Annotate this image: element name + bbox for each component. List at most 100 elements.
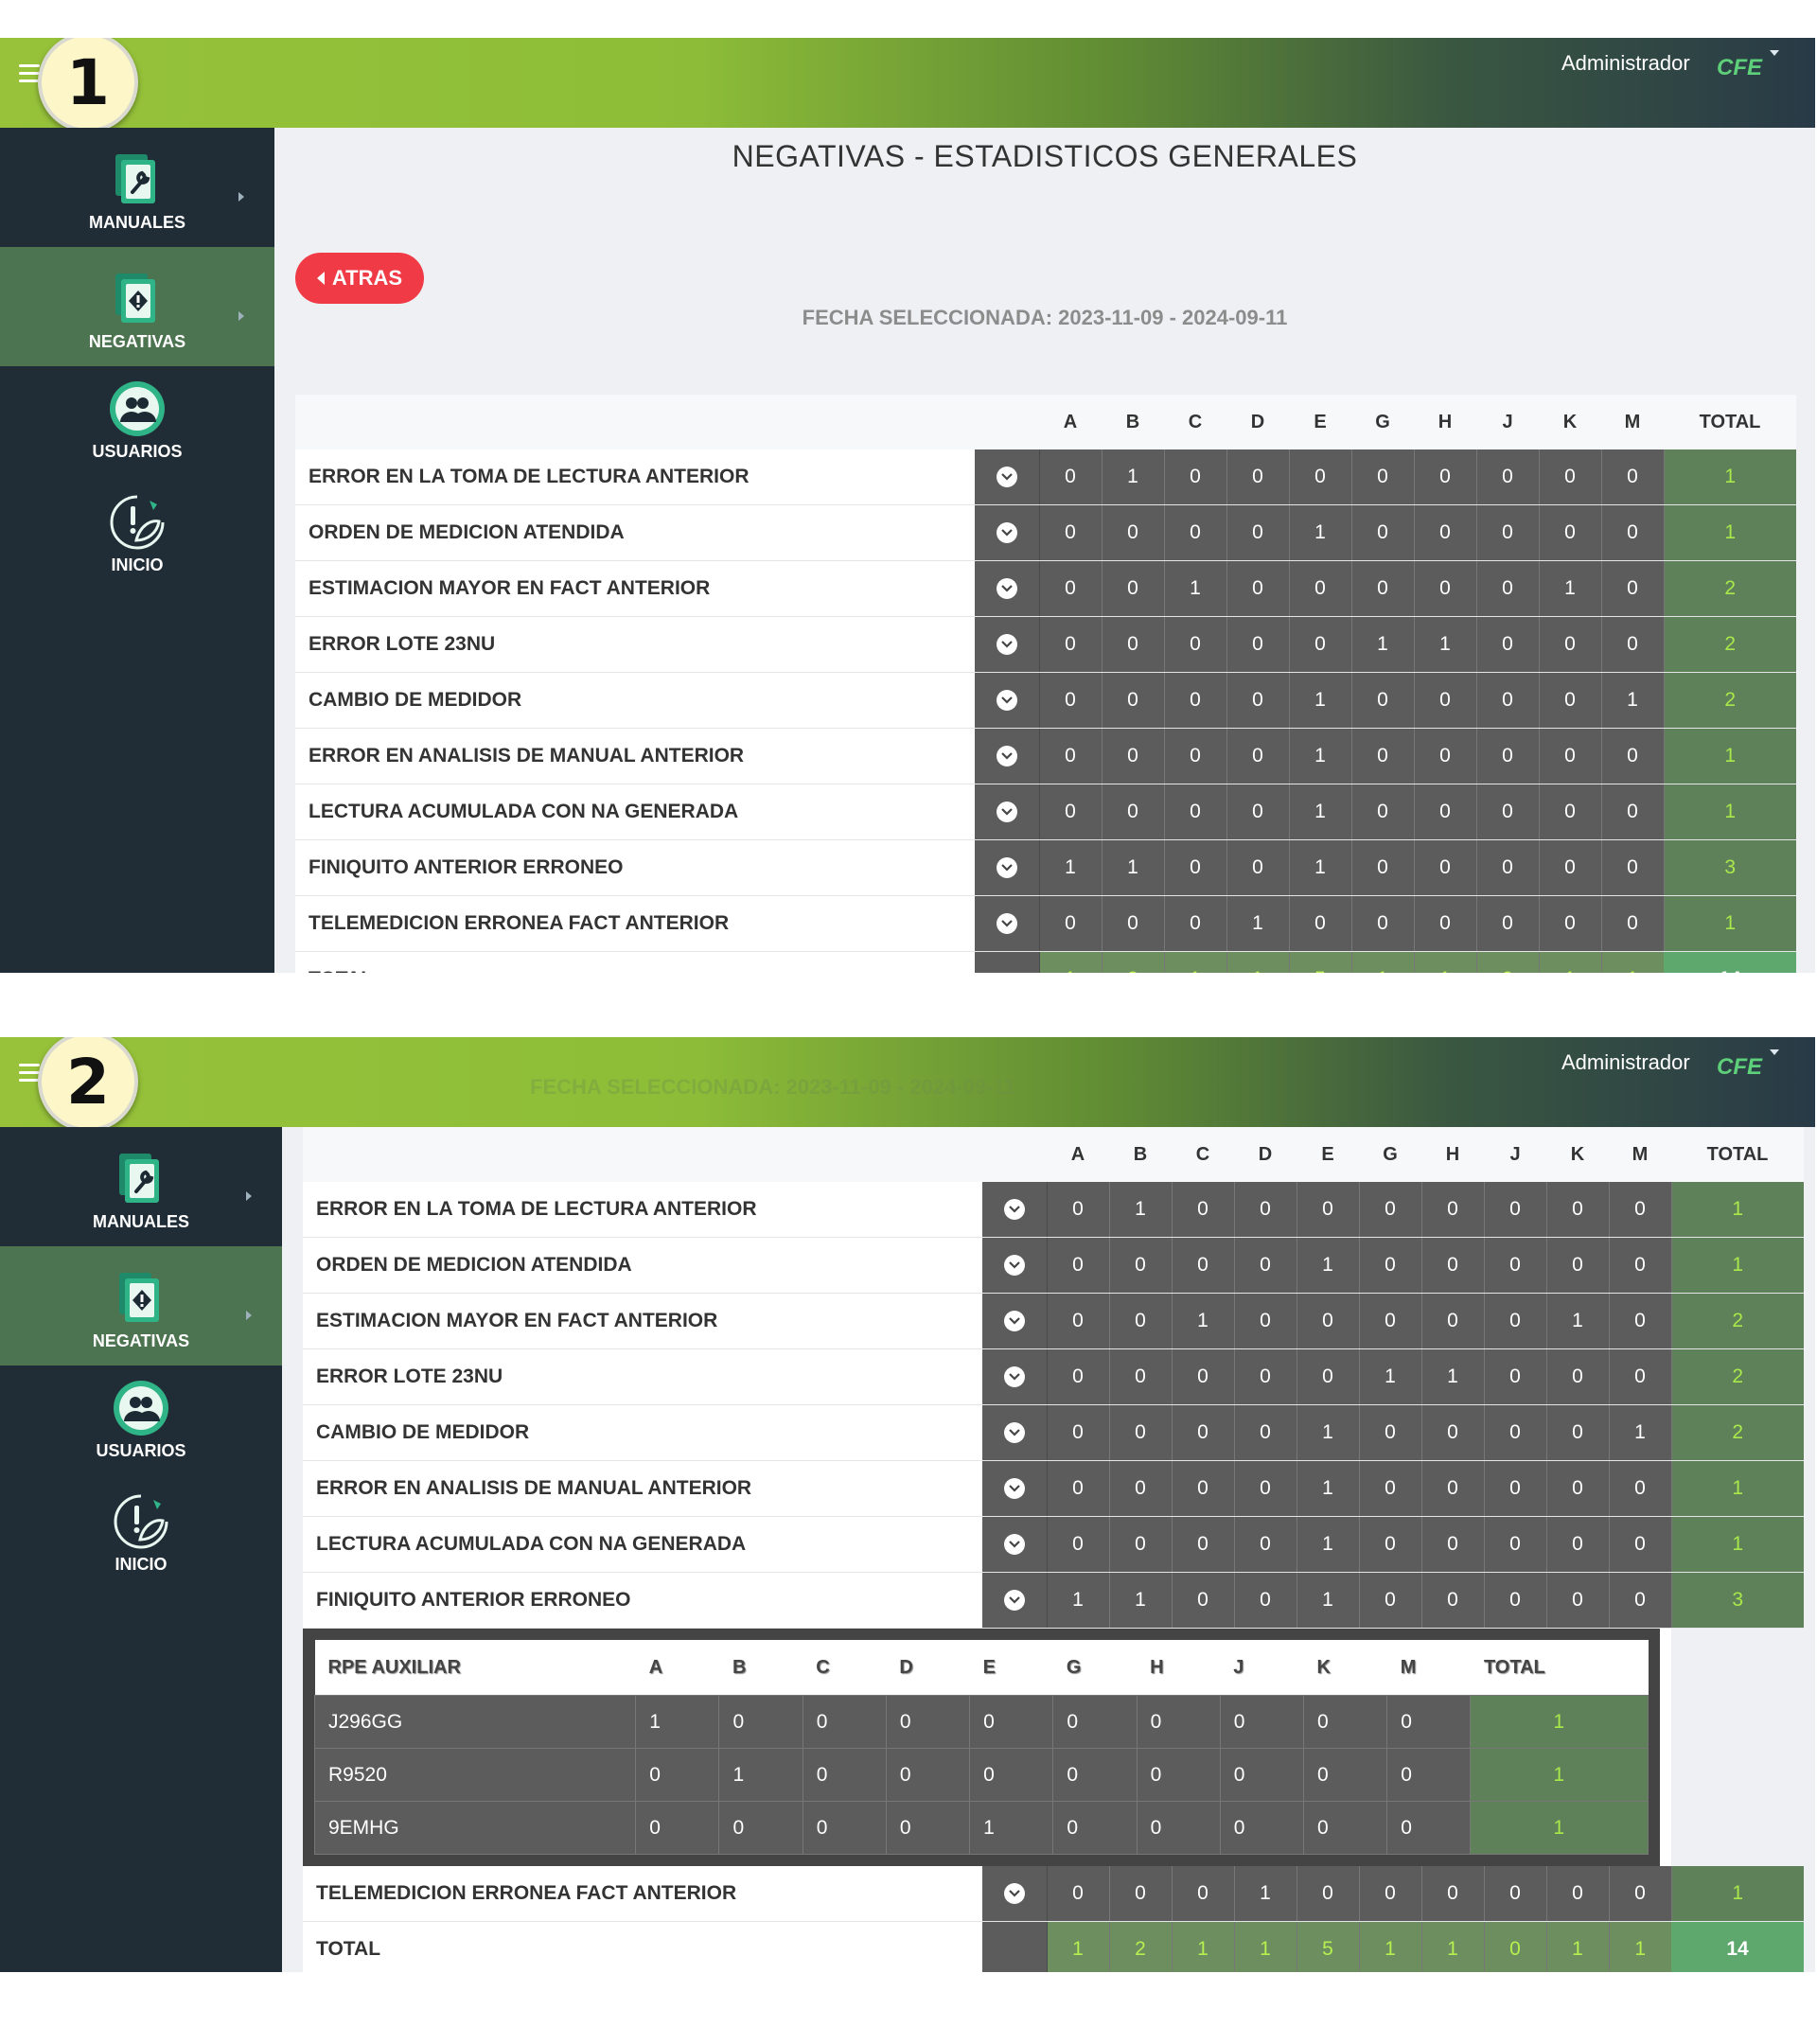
detail-value-cell: 0 <box>718 1695 803 1749</box>
back-button[interactable]: ATRAS <box>295 253 424 304</box>
expand-cell[interactable] <box>975 449 1040 505</box>
chevron-down-icon[interactable] <box>1003 1366 1025 1388</box>
user-menu[interactable]: Administrador <box>1561 51 1690 76</box>
table-row: ESTIMACION MAYOR EN FACT ANTERIOR 0 0 1 0 0 0 0… <box>303 1293 1804 1349</box>
expand-cell[interactable] <box>982 1516 1048 1573</box>
detail-data-row: J296GG 1 0 0 0 0 0 0 0 0 0 1 <box>313 1695 1649 1749</box>
expand-cell[interactable] <box>975 504 1040 561</box>
detail-data-row: 9EMHG 0 0 0 0 1 0 0 0 0 0 1 <box>313 1801 1649 1855</box>
detail-value-cell: 0 <box>802 1748 887 1802</box>
expand-cell[interactable] <box>982 1460 1048 1517</box>
chevron-down-icon[interactable] <box>1003 1883 1025 1905</box>
row-total-cell: 1 <box>1663 728 1796 784</box>
detail-value-cell: 0 <box>635 1748 720 1802</box>
chevron-down-icon[interactable] <box>996 746 1017 767</box>
expand-cell[interactable] <box>982 1293 1048 1349</box>
stats-table: A B C D E G H J K M TOTAL ERROR EN LA TOMA DE LECTU… <box>295 395 1796 973</box>
expand-cell[interactable] <box>975 839 1040 896</box>
chevron-down-icon[interactable] <box>996 634 1017 656</box>
expand-cell[interactable] <box>975 895 1040 952</box>
chevron-down-icon[interactable] <box>996 802 1017 823</box>
sidebar-item-inicio[interactable]: INICIO <box>0 1479 282 1593</box>
table-row: CAMBIO DE MEDIDOR 0 0 0 0 1 0 0 0 0 1 2 <box>303 1404 1804 1461</box>
sidebar-item-label: NEGATIVAS <box>92 1331 190 1350</box>
chevron-down-icon[interactable] <box>996 467 1017 488</box>
expand-cell[interactable] <box>975 560 1040 617</box>
sidebar-item-negativas[interactable]: NEGATIVAS <box>0 247 274 366</box>
value-cell: 1 <box>1545 1293 1609 1349</box>
value-cell: 0 <box>1545 1404 1609 1461</box>
chevron-down-icon[interactable] <box>1003 1199 1025 1221</box>
row-total-cell: 1 <box>1670 1460 1804 1517</box>
sidebar-item-usuarios[interactable]: USUARIOS <box>0 366 274 480</box>
value-cell: 0 <box>1350 839 1414 896</box>
value-cell: 0 <box>1608 1572 1671 1629</box>
user-menu[interactable]: Administrador <box>1561 1050 1690 1075</box>
sidebar-item-manuales[interactable]: MANUALES <box>0 128 274 247</box>
total-blank-cell <box>975 951 1040 973</box>
expand-cell[interactable] <box>975 672 1040 729</box>
table-row: ERROR EN LA TOMA DE LECTURA ANTERIOR 0 1 0 0… <box>303 1182 1804 1238</box>
value-cell: 0 <box>1358 1516 1421 1573</box>
detail-value-cell: 0 <box>1386 1801 1472 1855</box>
expand-cell[interactable] <box>975 784 1040 840</box>
detail-value-cell: 1 <box>718 1748 803 1802</box>
chevron-down-icon[interactable] <box>996 522 1017 544</box>
chevron-down-icon[interactable] <box>996 913 1017 935</box>
chevron-right-icon <box>238 192 244 202</box>
expand-cell[interactable] <box>975 616 1040 673</box>
chevron-down-icon[interactable] <box>996 857 1017 879</box>
chevron-down-icon[interactable] <box>1003 1311 1025 1332</box>
chevron-down-icon[interactable] <box>996 690 1017 712</box>
value-cell: 0 <box>1475 728 1539 784</box>
chevron-down-icon[interactable] <box>1003 1422 1025 1444</box>
table-total-row: TOTAL121151101114 <box>303 1921 1804 1972</box>
value-cell: 0 <box>1420 1237 1484 1294</box>
cause-label: ESTIMACION MAYOR EN FACT ANTERIOR <box>295 560 975 617</box>
detail-value-cell: 1 <box>969 1801 1054 1855</box>
detail-header-b: B <box>718 1640 803 1696</box>
expand-cell[interactable] <box>975 728 1040 784</box>
value-cell: 0 <box>1413 672 1476 729</box>
hamburger-menu-icon[interactable] <box>19 64 40 85</box>
chevron-down-icon[interactable] <box>1003 1534 1025 1556</box>
expand-cell[interactable] <box>982 1348 1048 1405</box>
detail-header-a: A <box>635 1640 719 1696</box>
sidebar-item-usuarios[interactable]: USUARIOS <box>0 1366 282 1479</box>
cause-label: ERROR EN LA TOMA DE LECTURA ANTERIOR <box>303 1182 982 1238</box>
column-total-cell: 5 <box>1296 1921 1359 1972</box>
value-cell: 0 <box>1545 1348 1609 1405</box>
column-header-c: C <box>1172 1127 1234 1182</box>
page-title: NEGATIVAS - ESTADISTICOS GENERALES <box>732 139 1358 173</box>
column-header-a: A <box>1039 395 1102 449</box>
sidebar-item-inicio[interactable]: INICIO <box>0 480 274 593</box>
expand-cell[interactable] <box>982 1404 1048 1461</box>
detail-value-cell: 0 <box>1219 1801 1305 1855</box>
user-dropdown-caret-icon[interactable] <box>1770 50 1779 56</box>
chevron-down-icon[interactable] <box>1003 1255 1025 1277</box>
chevron-down-icon[interactable] <box>1003 1478 1025 1500</box>
value-cell: 0 <box>1163 672 1226 729</box>
chevron-down-icon[interactable] <box>996 578 1017 600</box>
sidebar-item-negativas[interactable]: NEGATIVAS <box>0 1246 282 1366</box>
value-cell: 0 <box>1608 1293 1671 1349</box>
cause-label: FINIQUITO ANTERIOR ERRONEO <box>303 1572 982 1629</box>
chevron-down-icon[interactable] <box>1003 1590 1025 1612</box>
sidebar-item-manuales[interactable]: MANUALES <box>0 1127 282 1246</box>
user-dropdown-caret-icon[interactable] <box>1770 1049 1779 1055</box>
value-cell: 0 <box>1163 839 1226 896</box>
value-cell: 1 <box>1608 1404 1671 1461</box>
column-header-k: K <box>1546 1127 1609 1182</box>
table-header-row: A B C D E G H J K M TOTAL <box>303 1127 1804 1182</box>
expand-cell[interactable] <box>982 1572 1048 1629</box>
column-total-cell: 1 <box>1163 951 1226 973</box>
value-cell: 0 <box>1483 1348 1546 1405</box>
value-cell: 0 <box>1600 895 1664 952</box>
value-cell: 0 <box>1350 895 1414 952</box>
expand-cell[interactable] <box>982 1182 1048 1238</box>
expand-cell[interactable] <box>982 1866 1048 1922</box>
expand-cell[interactable] <box>982 1237 1048 1294</box>
hamburger-menu-icon[interactable] <box>19 1064 40 1084</box>
detail-value-cell: 1 <box>635 1695 720 1749</box>
value-cell: 0 <box>1233 1572 1297 1629</box>
